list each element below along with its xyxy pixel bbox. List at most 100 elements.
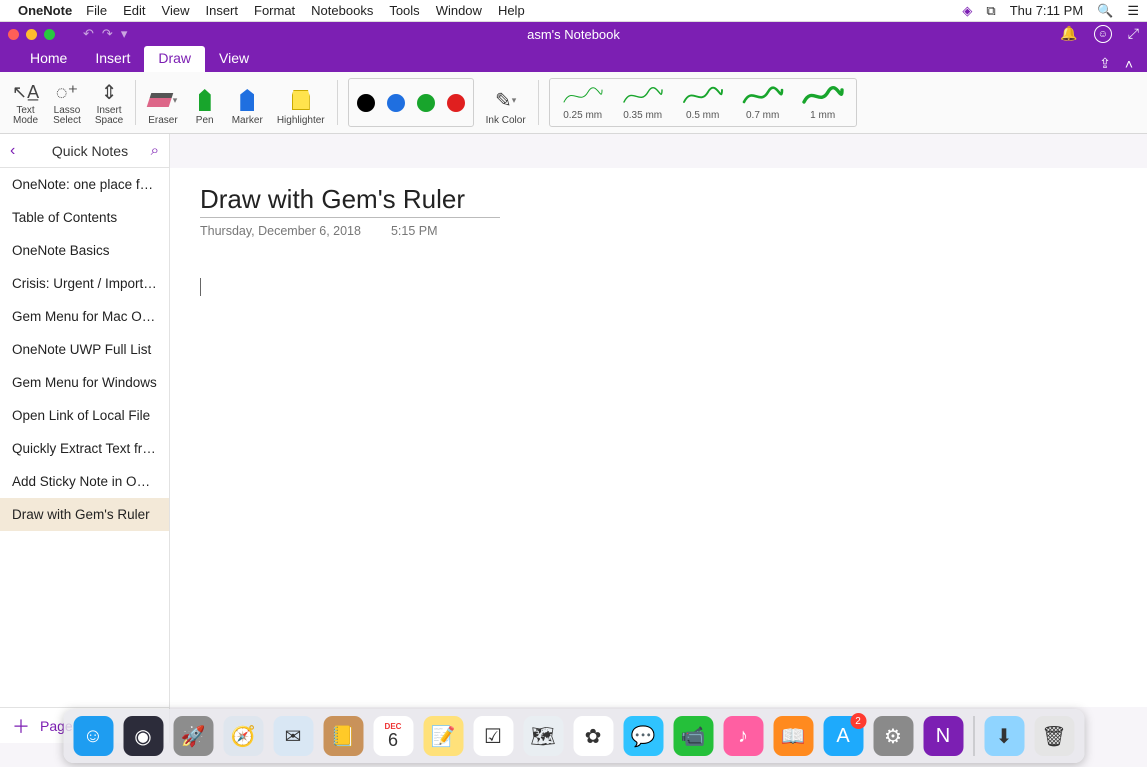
dock-itunes-icon[interactable]: ♪ — [723, 716, 763, 756]
lasso-icon: ◌⁺ — [56, 78, 78, 106]
app-name[interactable]: OneNote — [18, 3, 72, 18]
menu-insert[interactable]: Insert — [205, 3, 238, 18]
dock-settings-icon[interactable]: ⚙ — [873, 716, 913, 756]
lasso-select-button[interactable]: ◌⁺ Lasso Select — [47, 76, 87, 129]
tab-home[interactable]: Home — [16, 46, 81, 72]
page-list-item[interactable]: Add Sticky Note in OneNote — [0, 465, 169, 498]
dock-launchpad-icon[interactable]: 🚀 — [173, 716, 213, 756]
page-list-item[interactable]: Draw with Gem's Ruler — [0, 498, 169, 531]
swatch-red[interactable] — [447, 94, 465, 112]
swatch-black[interactable] — [357, 94, 375, 112]
stroke-width-group: 0.25 mm 0.35 mm 0.5 mm 0.7 mm 1 mm — [549, 78, 857, 127]
menu-view[interactable]: View — [162, 3, 190, 18]
displays-icon[interactable]: ⧉ — [986, 3, 995, 19]
ink-color-button[interactable]: ✎▾ Ink Color — [480, 76, 532, 129]
tab-view[interactable]: View — [205, 46, 263, 72]
ribbon-tabs: Home Insert Draw View ⇪ ˄ — [0, 46, 1147, 72]
note-canvas[interactable]: Draw with Gem's Ruler Thursday, December… — [170, 168, 1147, 707]
tab-insert[interactable]: Insert — [81, 46, 144, 72]
search-icon[interactable]: ⌕ — [151, 142, 159, 159]
page-list-item[interactable]: Crisis: Urgent / Important — [0, 267, 169, 300]
quick-access-dropdown[interactable]: ▾ — [121, 26, 128, 42]
page-list-item[interactable]: Quickly Extract Text from Image — [0, 432, 169, 465]
workspace: OneNote: one place for all of your notes… — [0, 168, 1147, 707]
dock-notes-icon[interactable]: 📝 — [423, 716, 463, 756]
dock-contacts-icon[interactable]: 📒 — [323, 716, 363, 756]
dock-facetime-icon[interactable]: 📹 — [673, 716, 713, 756]
marker-button[interactable]: Marker — [226, 76, 269, 129]
page-list-item[interactable]: Table of Contents — [0, 201, 169, 234]
dock-maps-icon[interactable]: 🗺 — [523, 716, 563, 756]
redo-button[interactable]: ↷ — [102, 26, 113, 42]
window-maximize-button[interactable] — [44, 29, 55, 40]
dock-siri-icon[interactable]: ◉ — [123, 716, 163, 756]
menu-notebooks[interactable]: Notebooks — [311, 3, 373, 18]
spotlight-icon[interactable]: 🔍 — [1097, 3, 1113, 19]
dock-finder-icon[interactable]: ☺ — [73, 716, 113, 756]
page-list-item[interactable]: OneNote Basics — [0, 234, 169, 267]
back-chevron-icon[interactable]: ‹ — [10, 142, 15, 160]
swatch-blue[interactable] — [387, 94, 405, 112]
menu-file[interactable]: File — [86, 3, 107, 18]
page-list-item[interactable]: Open Link of Local File — [0, 399, 169, 432]
menubar-extra-icon[interactable]: ◈ — [962, 3, 972, 19]
stroke-option[interactable]: 0.5 mm — [682, 84, 724, 121]
page-list-item[interactable]: Gem Menu for Windows — [0, 366, 169, 399]
page-list-item[interactable]: OneNote UWP Full List — [0, 333, 169, 366]
window-close-button[interactable] — [8, 29, 19, 40]
menu-tools[interactable]: Tools — [389, 3, 419, 18]
ribbon-collapse-icon[interactable]: ˄ — [1125, 56, 1133, 72]
dock-downloads-icon[interactable]: ⬇ — [984, 716, 1024, 756]
window-titlebar: ↶ ↷ ▾ asm's Notebook 🔔 ☺ ⤢ — [0, 22, 1147, 46]
text-mode-button[interactable]: ↖A̲ Text Mode — [6, 76, 45, 129]
dock-safari-icon[interactable]: 🧭 — [223, 716, 263, 756]
dock-appstore-icon[interactable]: A2 — [823, 716, 863, 756]
swatch-green[interactable] — [417, 94, 435, 112]
dock-messages-icon[interactable]: 💬 — [623, 716, 663, 756]
dock-calendar-icon[interactable]: DEC6 — [373, 716, 413, 756]
menu-window[interactable]: Window — [436, 3, 482, 18]
toolbar-separator — [135, 80, 136, 125]
insert-space-button[interactable]: ⇕ Insert Space — [89, 76, 129, 129]
menu-format[interactable]: Format — [254, 3, 295, 18]
pen-icon — [199, 85, 211, 115]
notifications-bell-icon[interactable]: 🔔 — [1060, 25, 1077, 43]
fullscreen-icon[interactable]: ⤢ — [1128, 25, 1139, 43]
note-title[interactable]: Draw with Gem's Ruler — [200, 184, 500, 218]
dock-ibooks-icon[interactable]: 📖 — [773, 716, 813, 756]
menu-edit[interactable]: Edit — [123, 3, 145, 18]
pen-button[interactable]: Pen — [186, 76, 224, 129]
page-list-item[interactable]: OneNote: one place for all of your notes — [0, 168, 169, 201]
highlighter-button[interactable]: Highlighter — [271, 76, 331, 129]
page-list: OneNote: one place for all of your notes… — [0, 168, 170, 707]
highlighter-icon — [292, 85, 310, 115]
menu-help[interactable]: Help — [498, 3, 525, 18]
insert-space-label: Insert Space — [95, 106, 123, 126]
stroke-option[interactable]: 0.25 mm — [562, 84, 604, 121]
stroke-label: 0.35 mm — [623, 110, 662, 121]
ink-color-label: Ink Color — [486, 115, 526, 126]
dock-photos-icon[interactable]: ✿ — [573, 716, 613, 756]
stroke-label: 1 mm — [810, 110, 835, 121]
notification-center-icon[interactable]: ☰ — [1127, 3, 1139, 19]
account-avatar-icon[interactable]: ☺ — [1094, 25, 1112, 43]
text-cursor — [200, 278, 201, 296]
plus-icon: ＋ — [12, 713, 30, 739]
stroke-option[interactable]: 1 mm — [802, 84, 844, 121]
share-icon[interactable]: ⇪ — [1099, 55, 1111, 72]
tab-draw[interactable]: Draw — [144, 46, 205, 72]
dock-reminders-icon[interactable]: ☑ — [473, 716, 513, 756]
note-time: 5:15 PM — [391, 224, 438, 238]
toolbar-separator — [337, 80, 338, 125]
clock[interactable]: Thu 7:11 PM — [1010, 3, 1083, 18]
dock-trash-icon[interactable]: 🗑 — [1034, 716, 1074, 756]
section-title: Quick Notes — [29, 143, 150, 159]
eraser-button[interactable]: ▾ Eraser — [142, 76, 183, 129]
window-minimize-button[interactable] — [26, 29, 37, 40]
dock-mail-icon[interactable]: ✉ — [273, 716, 313, 756]
undo-button[interactable]: ↶ — [83, 26, 94, 42]
stroke-option[interactable]: 0.7 mm — [742, 84, 784, 121]
dock-onenote-icon[interactable]: N — [923, 716, 963, 756]
page-list-item[interactable]: Gem Menu for Mac OneNote — [0, 300, 169, 333]
stroke-option[interactable]: 0.35 mm — [622, 84, 664, 121]
